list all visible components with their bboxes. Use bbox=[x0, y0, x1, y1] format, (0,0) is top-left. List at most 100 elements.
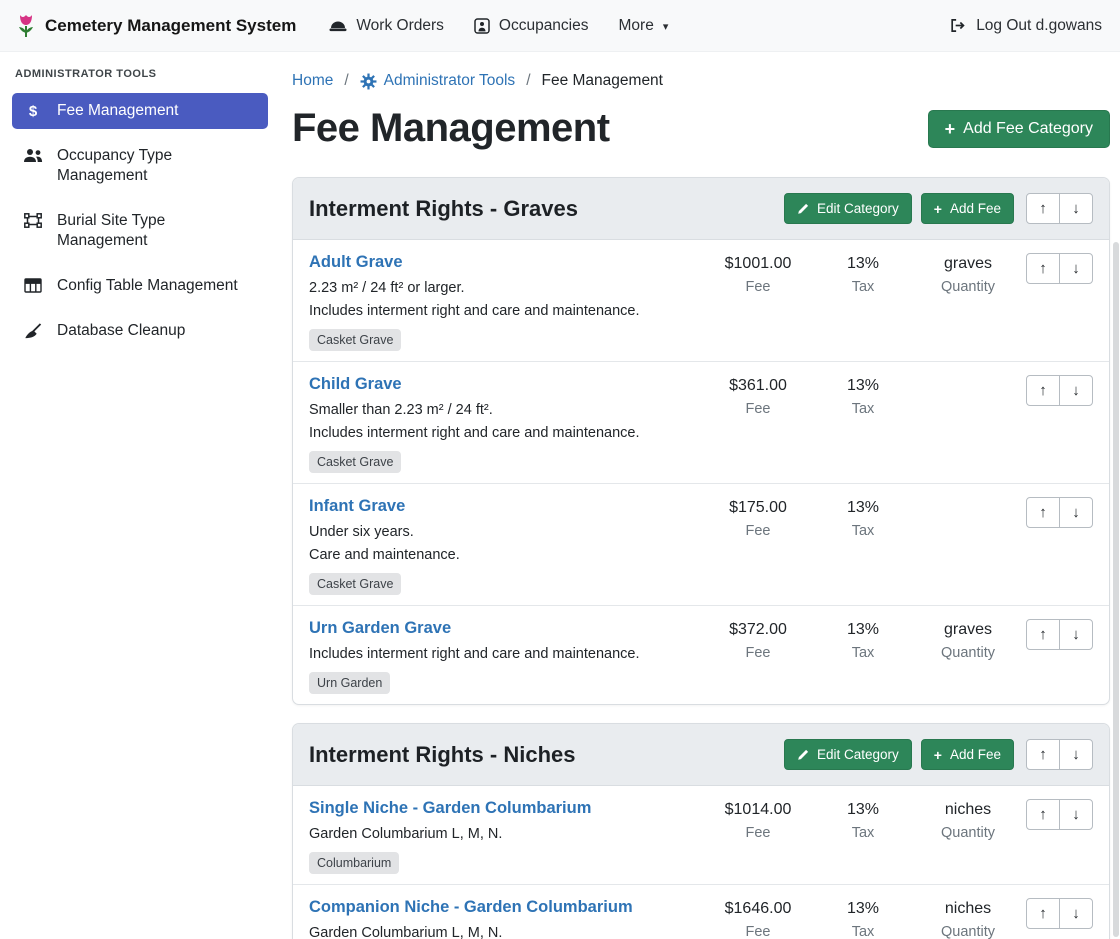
fee-quantity: niches bbox=[913, 900, 1023, 918]
arrow-up-icon: ↑ bbox=[1039, 382, 1047, 399]
fee-move-up-button[interactable]: ↑ bbox=[1026, 253, 1060, 284]
fee-name-link[interactable]: Child Grave bbox=[309, 375, 402, 394]
fee-move-down-button[interactable]: ↓ bbox=[1059, 799, 1093, 830]
sidebar-item-occupancy-type-management[interactable]: Occupancy Type Management bbox=[12, 138, 268, 194]
fee-amount-label: Fee bbox=[703, 924, 813, 939]
fee-description: Garden Columbarium L, M, N. bbox=[309, 823, 703, 846]
fee-type-badge: Urn Garden bbox=[309, 672, 390, 694]
arrow-up-icon: ↑ bbox=[1039, 806, 1047, 823]
fee-reorder-group: ↑ ↓ bbox=[1026, 253, 1093, 284]
fee-row: Urn Garden Grave Includes interment righ… bbox=[293, 606, 1109, 704]
category-move-up-button[interactable]: ↑ bbox=[1026, 739, 1060, 770]
fee-reorder-group: ↑ ↓ bbox=[1026, 619, 1093, 650]
hard-hat-icon bbox=[329, 18, 347, 33]
broom-icon bbox=[22, 323, 44, 339]
fee-quantity: graves bbox=[913, 255, 1023, 273]
add-fee-category-button[interactable]: + Add Fee Category bbox=[928, 110, 1110, 148]
fee-type-badge: Casket Grave bbox=[309, 329, 401, 351]
person-frame-icon bbox=[474, 18, 490, 34]
fee-description: Care and maintenance. bbox=[309, 544, 703, 567]
fee-quantity-label: Quantity bbox=[913, 825, 1023, 841]
fee-amount-label: Fee bbox=[703, 523, 813, 539]
fee-move-down-button[interactable]: ↓ bbox=[1059, 375, 1093, 406]
breadcrumb-admin-tools-link[interactable]: Administrator Tools bbox=[360, 72, 516, 90]
arrow-down-icon: ↓ bbox=[1072, 504, 1080, 521]
category-reorder-group: ↑ ↓ bbox=[1026, 739, 1093, 770]
fee-move-down-button[interactable]: ↓ bbox=[1059, 253, 1093, 284]
fee-name-link[interactable]: Adult Grave bbox=[309, 253, 403, 272]
fee-quantity-label: Quantity bbox=[913, 924, 1023, 939]
fee-name-link[interactable]: Single Niche - Garden Columbarium bbox=[309, 799, 591, 818]
sidebar-item-database-cleanup[interactable]: Database Cleanup bbox=[12, 313, 268, 349]
sidebar-item-fee-management[interactable]: $ Fee Management bbox=[12, 93, 268, 129]
page-title: Fee Management bbox=[292, 106, 610, 151]
fee-reorder-group: ↑ ↓ bbox=[1026, 497, 1093, 528]
fee-move-up-button[interactable]: ↑ bbox=[1026, 898, 1060, 929]
fee-tax: 13% bbox=[813, 377, 913, 395]
fee-description: Garden Columbarium L, M, N. bbox=[309, 922, 703, 939]
fee-quantity: graves bbox=[913, 621, 1023, 639]
sidebar-item-config-table-management[interactable]: Config Table Management bbox=[12, 268, 268, 304]
fee-move-down-button[interactable]: ↓ bbox=[1059, 898, 1093, 929]
fee-move-down-button[interactable]: ↓ bbox=[1059, 497, 1093, 528]
page-header: Fee Management + Add Fee Category bbox=[292, 106, 1110, 151]
nav-more[interactable]: More ▾ bbox=[604, 9, 684, 43]
fee-name-link[interactable]: Companion Niche - Garden Columbarium bbox=[309, 898, 633, 917]
category-header: Interment Rights - Niches Edit Category … bbox=[293, 724, 1109, 786]
fee-move-up-button[interactable]: ↑ bbox=[1026, 375, 1060, 406]
arrow-down-icon: ↓ bbox=[1072, 806, 1080, 823]
fee-tax: 13% bbox=[813, 621, 913, 639]
fee-quantity-empty bbox=[913, 497, 1023, 499]
pencil-icon bbox=[797, 203, 809, 215]
main-content: Home / Administrator Tools bbox=[280, 52, 1120, 939]
brand-title: Cemetery Management System bbox=[45, 16, 296, 36]
breadcrumb-separator: / bbox=[344, 72, 348, 90]
fee-type-badge: Casket Grave bbox=[309, 451, 401, 473]
fee-row: Adult Grave 2.23 m² / 24 ft² or larger. … bbox=[293, 240, 1109, 362]
fee-type-badge: Casket Grave bbox=[309, 573, 401, 595]
vector-square-icon bbox=[22, 213, 44, 228]
add-fee-button[interactable]: + Add Fee bbox=[921, 193, 1014, 224]
arrow-down-icon: ↓ bbox=[1072, 382, 1080, 399]
app-brand[interactable]: Cemetery Management System bbox=[16, 13, 296, 39]
arrow-up-icon: ↑ bbox=[1039, 746, 1047, 763]
fee-move-up-button[interactable]: ↑ bbox=[1026, 497, 1060, 528]
breadcrumb-home-link[interactable]: Home bbox=[292, 72, 333, 90]
fee-tax-label: Tax bbox=[813, 279, 913, 295]
fee-move-up-button[interactable]: ↑ bbox=[1026, 799, 1060, 830]
fee-description: Smaller than 2.23 m² / 24 ft². bbox=[309, 399, 703, 422]
fee-amount-label: Fee bbox=[703, 401, 813, 417]
fee-row: Companion Niche - Garden Columbarium Gar… bbox=[293, 885, 1109, 939]
fee-quantity-label: Quantity bbox=[913, 279, 1023, 295]
fee-amount: $361.00 bbox=[703, 377, 813, 395]
nav-work-orders[interactable]: Work Orders bbox=[314, 9, 459, 43]
fee-tax-label: Tax bbox=[813, 523, 913, 539]
fee-description: Includes interment right and care and ma… bbox=[309, 300, 703, 323]
edit-category-button[interactable]: Edit Category bbox=[784, 193, 912, 224]
fee-reorder-group: ↑ ↓ bbox=[1026, 375, 1093, 406]
admin-tools-sidebar: ADMINISTRATOR TOOLS $ Fee Management Occ… bbox=[0, 52, 280, 939]
vertical-scrollbar[interactable] bbox=[1113, 242, 1119, 937]
fee-name-link[interactable]: Infant Grave bbox=[309, 497, 405, 516]
add-fee-button[interactable]: + Add Fee bbox=[921, 739, 1014, 770]
fee-move-up-button[interactable]: ↑ bbox=[1026, 619, 1060, 650]
fee-name-link[interactable]: Urn Garden Grave bbox=[309, 619, 451, 638]
fee-type-badge: Columbarium bbox=[309, 852, 399, 874]
category-move-down-button[interactable]: ↓ bbox=[1059, 739, 1093, 770]
fee-tax: 13% bbox=[813, 801, 913, 819]
top-navbar: Cemetery Management System Work Orders O… bbox=[0, 0, 1120, 52]
fee-row: Infant Grave Under six years. Care and m… bbox=[293, 484, 1109, 606]
nav-occupancies[interactable]: Occupancies bbox=[459, 9, 604, 43]
fee-tax: 13% bbox=[813, 900, 913, 918]
fee-move-down-button[interactable]: ↓ bbox=[1059, 619, 1093, 650]
category-move-down-button[interactable]: ↓ bbox=[1059, 193, 1093, 224]
arrow-up-icon: ↑ bbox=[1039, 260, 1047, 277]
category-move-up-button[interactable]: ↑ bbox=[1026, 193, 1060, 224]
logout-button[interactable]: Log Out d.gowans bbox=[947, 9, 1104, 43]
sidebar-item-burial-site-type-management[interactable]: Burial Site Type Management bbox=[12, 203, 268, 259]
main-nav: Work Orders Occupancies More ▾ bbox=[314, 9, 683, 43]
fee-tax-label: Tax bbox=[813, 825, 913, 841]
edit-category-button[interactable]: Edit Category bbox=[784, 739, 912, 770]
fee-reorder-group: ↑ ↓ bbox=[1026, 799, 1093, 830]
category-title: Interment Rights - Niches bbox=[309, 742, 784, 768]
